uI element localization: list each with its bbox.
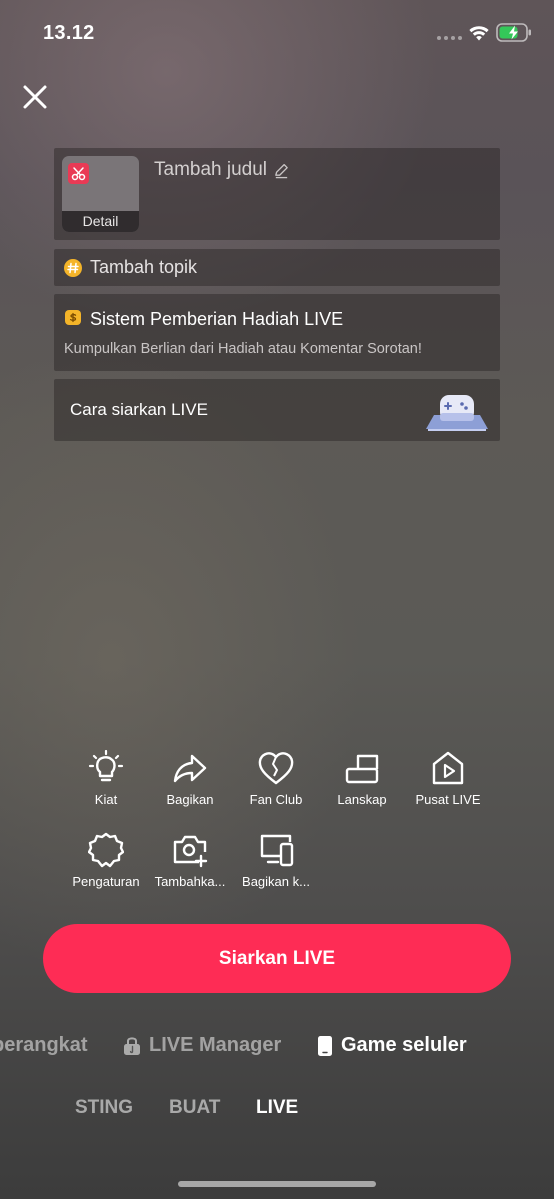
tool-share[interactable]: Bagikan [148,750,232,807]
topic-label: Tambah topik [90,257,198,277]
gift-subtitle: Kumpulkan Berlian dari Hadiah atau Komen… [64,341,422,357]
mode-label: Game seluler [341,1034,467,1056]
mode-label: perangkat [0,1034,88,1056]
settings-icon [88,832,124,868]
live-title-card: Detail Tambah judul [54,148,500,240]
tool-add-camera[interactable]: Tambahka... [148,832,232,889]
tab-live[interactable]: LIVE [256,1097,298,1119]
how-to-live-card[interactable]: Cara siarkan LIVE [54,379,500,441]
mode-selector: perangkat LIVE Manager Game seluler [0,1034,554,1064]
go-live-button[interactable]: Siarkan LIVE [43,924,511,993]
edit-pencil-icon [275,163,288,178]
tool-label: Pusat LIVE [415,792,481,807]
tool-live-center[interactable]: Pusat LIVE [406,750,490,807]
game-controller-illustration [426,395,488,431]
cover-thumbnail[interactable]: Detail [62,156,139,232]
tool-label: Fan Club [249,792,303,807]
wifi-icon [469,26,489,41]
share-device-icon [260,834,294,867]
gift-system-card[interactable]: Sistem Pemberian Hadiah LIVE Kumpulkan B… [54,294,500,371]
mode-label: LIVE Manager [149,1034,282,1056]
tool-label: Tambahka... [154,874,226,889]
mode-live-manager[interactable]: LIVE Manager [123,1034,281,1057]
status-bar: 13.12 [0,0,554,66]
tab-posting[interactable]: STING [75,1097,133,1119]
mode-device[interactable]: perangkat [0,1034,88,1057]
gift-row-content: Sistem Pemberian Hadiah LIVE [64,308,343,331]
how-to-live-label: Cara siarkan LIVE [70,400,208,419]
home-indicator [178,1181,376,1187]
scissors-icon [68,163,89,184]
thumbnail-detail-label: Detail [62,211,139,232]
tiktok-lock-icon [124,1036,140,1055]
tab-create[interactable]: BUAT [169,1097,220,1119]
battery-charging-icon [496,23,531,42]
tool-tips[interactable]: Kiat [64,750,148,807]
phone-icon [318,1035,332,1056]
bottom-tabs: STING BUAT LIVE [0,1097,554,1127]
lightbulb-icon [88,750,124,782]
tool-fan-club[interactable]: Fan Club [234,750,318,807]
tool-label: Lanskap [337,792,387,807]
tool-label: Kiat [94,792,118,807]
tool-label: Bagikan [166,792,214,807]
title-placeholder: Tambah judul [154,159,268,180]
add-topic-row[interactable]: Tambah topik [54,249,500,286]
live-center-icon [432,751,464,785]
tool-settings[interactable]: Pengaturan [64,832,148,889]
landscape-icon [345,754,379,784]
money-bag-icon [64,308,82,331]
add-camera-icon [173,835,208,868]
tool-label: Bagikan k... [242,874,310,889]
heart-icon [258,752,294,785]
tool-share-device[interactable]: Bagikan k... [234,832,318,889]
status-time: 13.12 [43,22,95,44]
tool-label: Pengaturan [72,874,140,889]
topic-row-content: Tambah topik [64,257,197,278]
cellular-signal-icon [437,36,462,40]
title-input[interactable]: Tambah judul [154,159,290,181]
mode-mobile-game[interactable]: Game seluler [317,1034,467,1057]
share-icon [173,754,207,783]
tool-landscape[interactable]: Lanskap [320,750,404,807]
close-button[interactable] [20,82,50,112]
gift-title: Sistem Pemberian Hadiah LIVE [90,309,344,329]
hashtag-icon [64,258,82,277]
